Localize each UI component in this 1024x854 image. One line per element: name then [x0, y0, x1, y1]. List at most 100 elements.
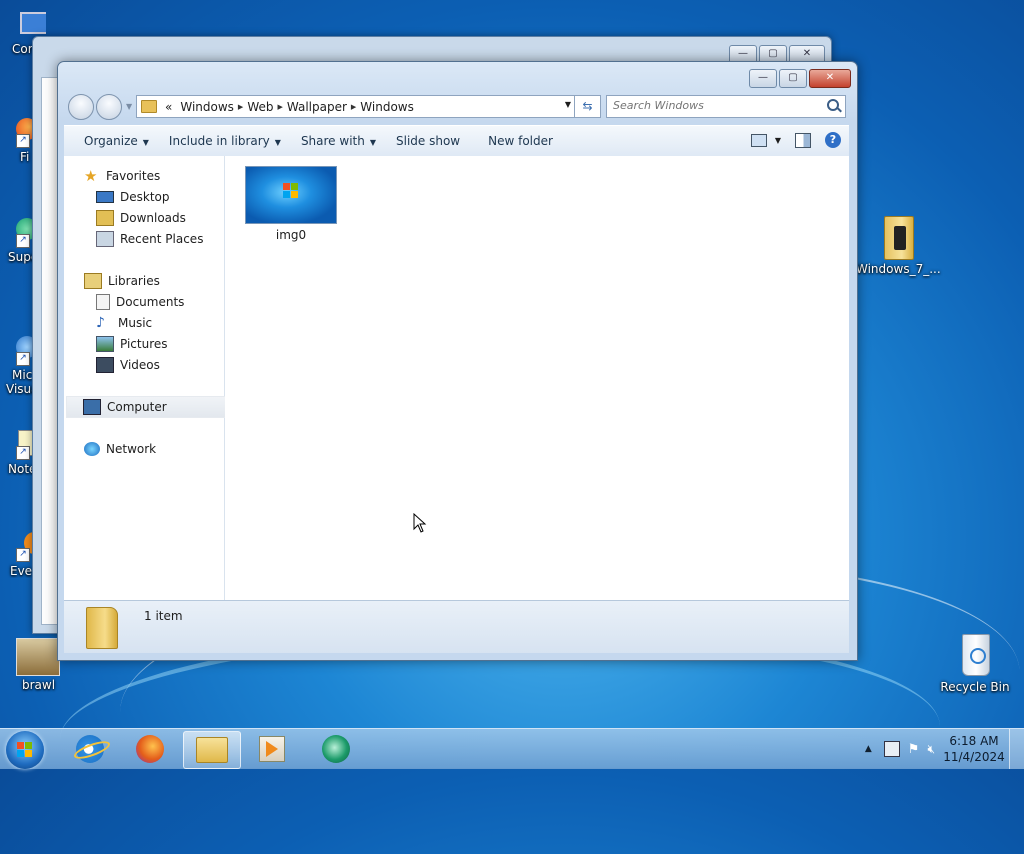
forward-button[interactable] — [96, 94, 122, 120]
maximize-button[interactable]: ▢ — [779, 69, 807, 88]
clock-time: 6:18 AM — [949, 734, 999, 748]
nav-label: Network — [106, 442, 157, 456]
desktop-icon-notepad[interactable]: ↗ Note — [4, 430, 34, 476]
desktop-icon-label-line2: Visua — [6, 382, 34, 396]
share-with-label: Share with — [300, 134, 365, 148]
breadcrumb-segment[interactable]: Windows — [356, 100, 418, 114]
shortcut-arrow-icon: ↗ — [16, 134, 30, 148]
organize-label: Organize — [84, 134, 138, 148]
breadcrumb-segment[interactable]: Web — [243, 100, 277, 114]
search-box[interactable] — [606, 95, 846, 118]
explorer-window[interactable]: — ▢ ✕ ▼ « Windows ▶ Web ▶ Wallpaper ▶ Wi… — [57, 61, 858, 661]
folder-icon — [196, 737, 228, 763]
network-tray-icon[interactable] — [883, 741, 900, 757]
address-bar[interactable]: « Windows ▶ Web ▶ Wallpaper ▶ Windows ▼ — [136, 95, 576, 118]
file-name: img0 — [275, 228, 307, 242]
breadcrumb-segment[interactable]: Wallpaper — [283, 100, 351, 114]
desktop-icon-label: Windows_7_... — [856, 262, 941, 276]
nav-item-recent-places[interactable]: Recent Places — [96, 229, 203, 249]
minimize-button[interactable]: — — [749, 69, 777, 88]
mouse-cursor-icon — [413, 513, 427, 533]
shortcut-arrow-icon: ↗ — [16, 234, 30, 248]
window-caption-buttons: — ▢ ✕ — [749, 69, 851, 88]
preview-pane-icon[interactable] — [795, 132, 811, 148]
desktop-icon-label: Mic — [12, 368, 33, 382]
recycle-bin-icon — [958, 630, 992, 678]
change-view-button[interactable]: ▼ — [750, 133, 781, 147]
desktop-icon-recycle-bin[interactable]: Recycle Bin — [938, 630, 1012, 694]
command-bar: Organize ▼ Include in library ▼ Share with… — [64, 125, 849, 157]
nav-item-downloads[interactable]: Downloads — [96, 208, 186, 228]
taskbar-firefox[interactable] — [122, 731, 178, 767]
pictures-icon — [96, 336, 114, 352]
breadcrumb-overflow[interactable]: « — [161, 100, 176, 114]
desktop-icon-visual-studio[interactable]: ↗ Mic Visua — [4, 336, 34, 396]
nav-label: Libraries — [108, 274, 160, 288]
desktop-icon-everything[interactable]: ↗ Eve — [4, 532, 34, 578]
desktop-icon-super[interactable]: ↗ Supe — [4, 218, 34, 264]
nav-favorites[interactable]: ★ Favorites — [84, 166, 160, 186]
desktop-icon-label: brawl — [22, 678, 56, 692]
computer-icon — [83, 399, 101, 415]
organize-menu[interactable]: Organize ▼ — [74, 134, 159, 148]
videos-icon — [96, 357, 114, 373]
nav-item-videos[interactable]: Videos — [96, 355, 160, 375]
libraries-icon — [84, 273, 102, 289]
search-input[interactable] — [607, 96, 813, 115]
refresh-icon[interactable]: ⇆ — [574, 95, 601, 118]
volume-muted-icon[interactable]: 🔇︎ — [927, 742, 935, 757]
chevron-down-icon: ▼ — [142, 138, 149, 147]
address-dropdown-icon[interactable]: ▼ — [565, 100, 571, 109]
taskbar: ▲ ⚑ 🔇︎ 6:18 AM 11/4/2024 — [0, 728, 1024, 769]
firefox-icon — [136, 735, 164, 763]
include-in-library-menu[interactable]: Include in library ▼ — [159, 134, 291, 148]
show-hidden-icons-icon[interactable]: ▲ — [865, 744, 872, 754]
nav-item-music[interactable]: ♪ Music — [96, 313, 152, 333]
desktop-icon-label: Fi — [20, 150, 30, 164]
breadcrumb-segment[interactable]: Windows — [176, 100, 238, 114]
taskbar-internet-explorer[interactable] — [62, 731, 118, 767]
nav-item-pictures[interactable]: Pictures — [96, 334, 168, 354]
system-tray: ▲ ⚑ 🔇︎ 6:18 AM 11/4/2024 — [865, 729, 1024, 769]
shortcut-arrow-icon: ↗ — [16, 446, 30, 460]
nav-label: Music — [118, 316, 153, 330]
windows-logo-icon — [283, 183, 299, 199]
nav-network[interactable]: Network — [84, 439, 156, 459]
chevron-down-icon: ▼ — [369, 138, 376, 147]
media-player-icon — [259, 736, 285, 762]
slide-show-button[interactable]: Slide show — [386, 134, 470, 148]
file-item[interactable]: img0 — [245, 166, 337, 242]
chevron-down-icon: ▼ — [774, 135, 781, 145]
network-icon — [84, 442, 100, 456]
nav-label: Downloads — [120, 211, 186, 225]
help-icon[interactable]: ? — [825, 132, 841, 148]
toolbar-right-group: ▼ ? — [750, 132, 841, 148]
file-list[interactable]: img0 — [225, 156, 849, 600]
view-icon — [750, 133, 767, 147]
archive-folder-icon — [880, 214, 916, 260]
desktop-icon-label: Recycle Bin — [940, 680, 1010, 694]
close-button[interactable]: ✕ — [809, 69, 851, 88]
taskbar-media-player[interactable] — [244, 731, 300, 767]
desktop-icon-firefox[interactable]: ↗ Fi — [4, 118, 34, 164]
recent-pages-dropdown-icon[interactable]: ▼ — [126, 102, 132, 111]
clock[interactable]: 6:18 AM 11/4/2024 — [939, 733, 1009, 765]
nav-libraries[interactable]: Libraries — [84, 271, 160, 291]
nav-item-documents[interactable]: Documents — [96, 292, 184, 312]
show-desktop-button[interactable] — [1009, 729, 1024, 769]
details-pane: 1 item — [64, 600, 849, 653]
nav-computer[interactable]: Computer — [66, 396, 234, 418]
folder-icon — [141, 100, 157, 113]
documents-icon — [96, 294, 110, 310]
clock-date: 11/4/2024 — [943, 750, 1005, 764]
back-button[interactable] — [68, 94, 94, 120]
nav-item-desktop[interactable]: Desktop — [96, 187, 170, 207]
new-folder-button[interactable]: New folder — [478, 134, 563, 148]
taskbar-windows-explorer[interactable] — [183, 731, 241, 769]
search-icon[interactable] — [827, 99, 839, 111]
share-with-menu[interactable]: Share with ▼ — [291, 134, 386, 148]
start-button[interactable] — [6, 731, 44, 769]
action-center-flag-icon[interactable]: ⚑ — [908, 742, 920, 757]
desktop-icon-windows7-archive[interactable]: Windows_7_... — [856, 214, 941, 276]
taskbar-greenshot[interactable] — [308, 731, 364, 767]
